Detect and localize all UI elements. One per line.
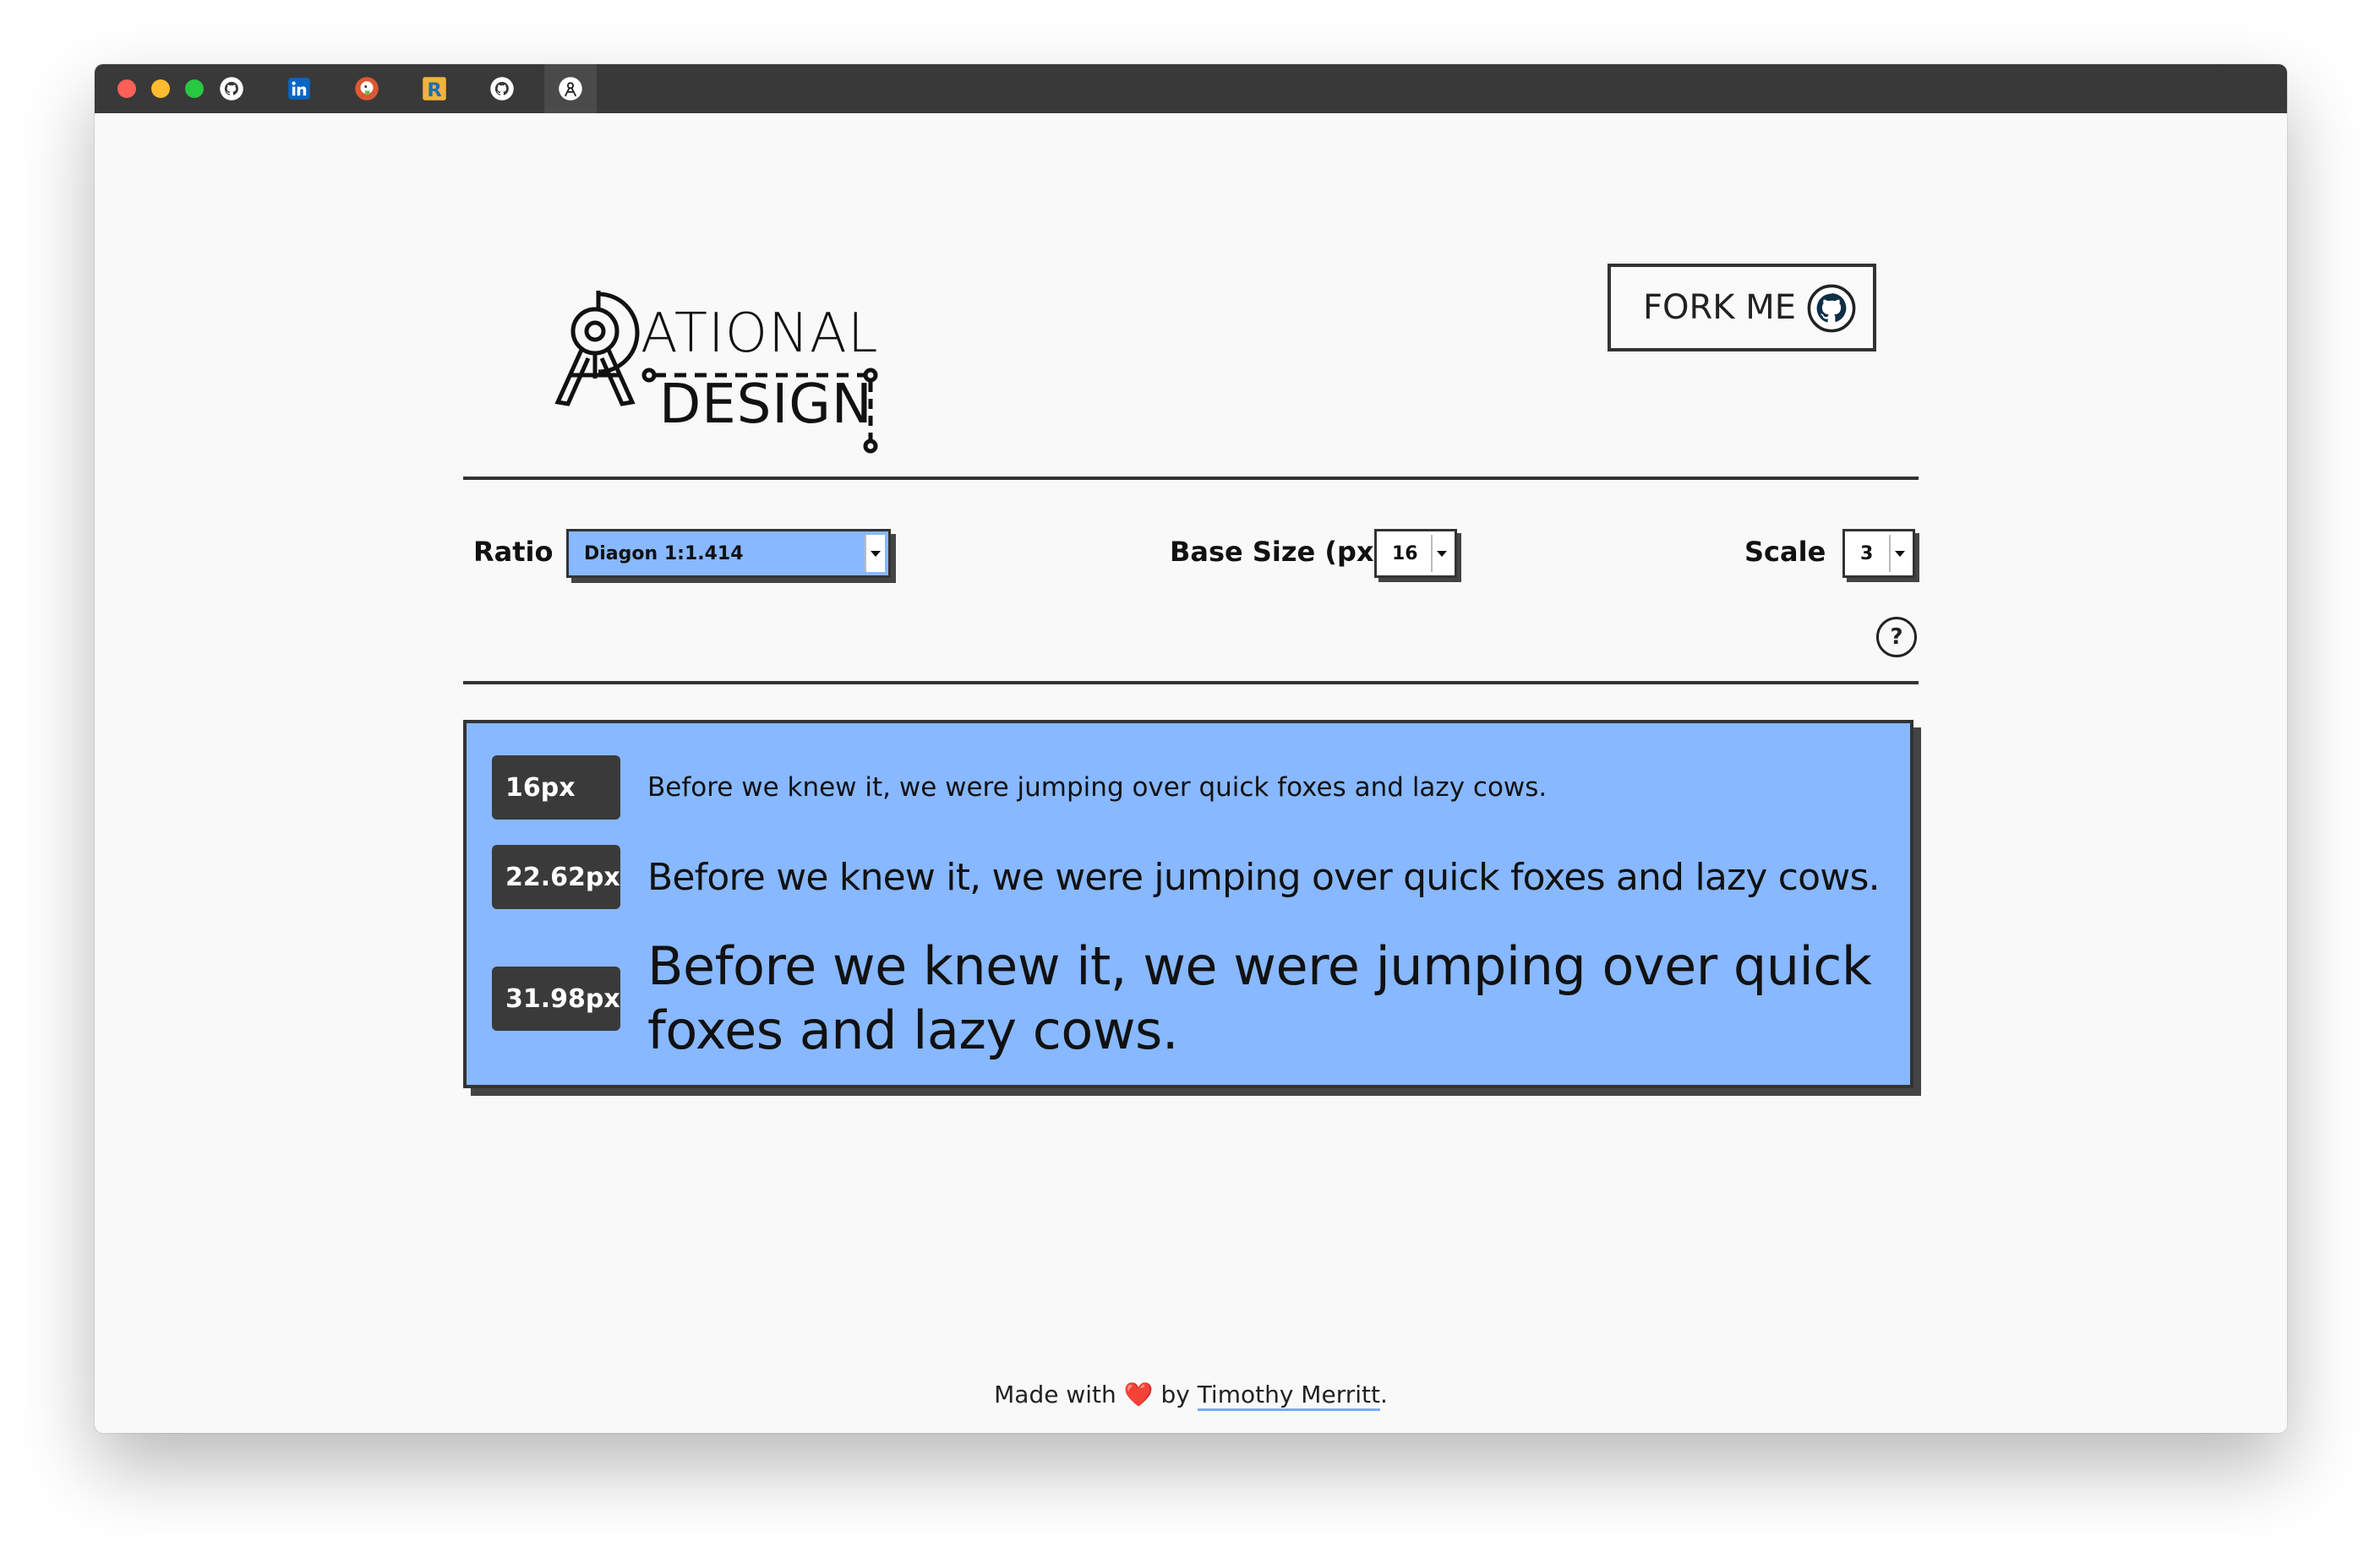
fork-me-label: FORK ME xyxy=(1643,288,1797,327)
close-window-button[interactable] xyxy=(117,79,136,98)
footer-by: by xyxy=(1160,1381,1190,1408)
footer-made-with: Made with xyxy=(994,1381,1116,1408)
help-button[interactable]: ? xyxy=(1876,617,1917,657)
base-size-select[interactable]: 16 xyxy=(1374,529,1457,578)
help-icon: ? xyxy=(1890,624,1903,650)
scale-label: Scale xyxy=(1744,536,1826,568)
scale-row: 16px Before we knew it, we were jumping … xyxy=(492,755,1547,820)
github-icon[interactable] xyxy=(487,74,517,104)
github-icon xyxy=(1807,284,1856,333)
scale-select[interactable]: 3 xyxy=(1842,529,1915,578)
chevron-down-icon xyxy=(1889,535,1909,572)
footer: Made with ❤️ by Timothy Merritt. xyxy=(95,1381,2287,1411)
chevron-down-icon xyxy=(1431,535,1451,572)
minimize-window-button[interactable] xyxy=(151,79,170,98)
type-scale-preview: 16px Before we knew it, we were jumping … xyxy=(463,720,1913,1088)
size-badge: 16px xyxy=(492,755,620,820)
sample-text: Before we knew it, we were jumping over … xyxy=(647,855,1881,899)
base-size-select-value: 16 xyxy=(1392,542,1418,564)
scale-row: 31.98px Before we knew it, we were jumpi… xyxy=(492,934,1881,1063)
top-divider xyxy=(463,477,1919,480)
maximize-window-button[interactable] xyxy=(185,79,204,98)
base-size-label: Base Size (px) xyxy=(1170,536,1387,568)
footer-period: . xyxy=(1379,1381,1388,1408)
sample-text: Before we knew it, we were jumping over … xyxy=(647,935,1872,1061)
ratio-label: Ratio xyxy=(473,536,554,568)
chevron-down-icon xyxy=(865,535,885,572)
size-badge: 22.62px xyxy=(492,845,620,909)
duckduckgo-icon[interactable] xyxy=(352,74,382,104)
author-link[interactable]: Timothy Merritt xyxy=(1197,1381,1380,1411)
fork-me-button[interactable]: FORK ME xyxy=(1608,264,1876,351)
logo-text-line2: DESIGN xyxy=(659,373,873,436)
ratio-select-value: Diagon 1:1.414 xyxy=(584,542,744,564)
browser-window: R ATIONAL DESIGN FORK ME Ratio Diagon 1:… xyxy=(95,64,2287,1433)
heart-icon: ❤️ xyxy=(1123,1381,1154,1408)
title-bar: R xyxy=(95,64,2287,113)
size-badge: 31.98px xyxy=(492,967,620,1031)
compass-icon[interactable] xyxy=(544,64,597,113)
scale-row: 22.62px Before we knew it, we were jumpi… xyxy=(492,845,1881,909)
bottom-divider xyxy=(463,681,1919,684)
sample-text: Before we knew it, we were jumping over … xyxy=(647,772,1548,803)
linkedin-icon[interactable] xyxy=(284,74,314,104)
scale-select-value: 3 xyxy=(1860,542,1874,564)
rational-design-logo[interactable]: ATIONAL DESIGN xyxy=(548,225,903,470)
logo-text-line1: ATIONAL xyxy=(641,302,879,365)
r-letter-icon[interactable]: R xyxy=(419,74,450,104)
github-icon[interactable] xyxy=(216,74,247,104)
svg-text:R: R xyxy=(427,79,441,101)
ratio-select[interactable]: Diagon 1:1.414 xyxy=(566,529,891,578)
